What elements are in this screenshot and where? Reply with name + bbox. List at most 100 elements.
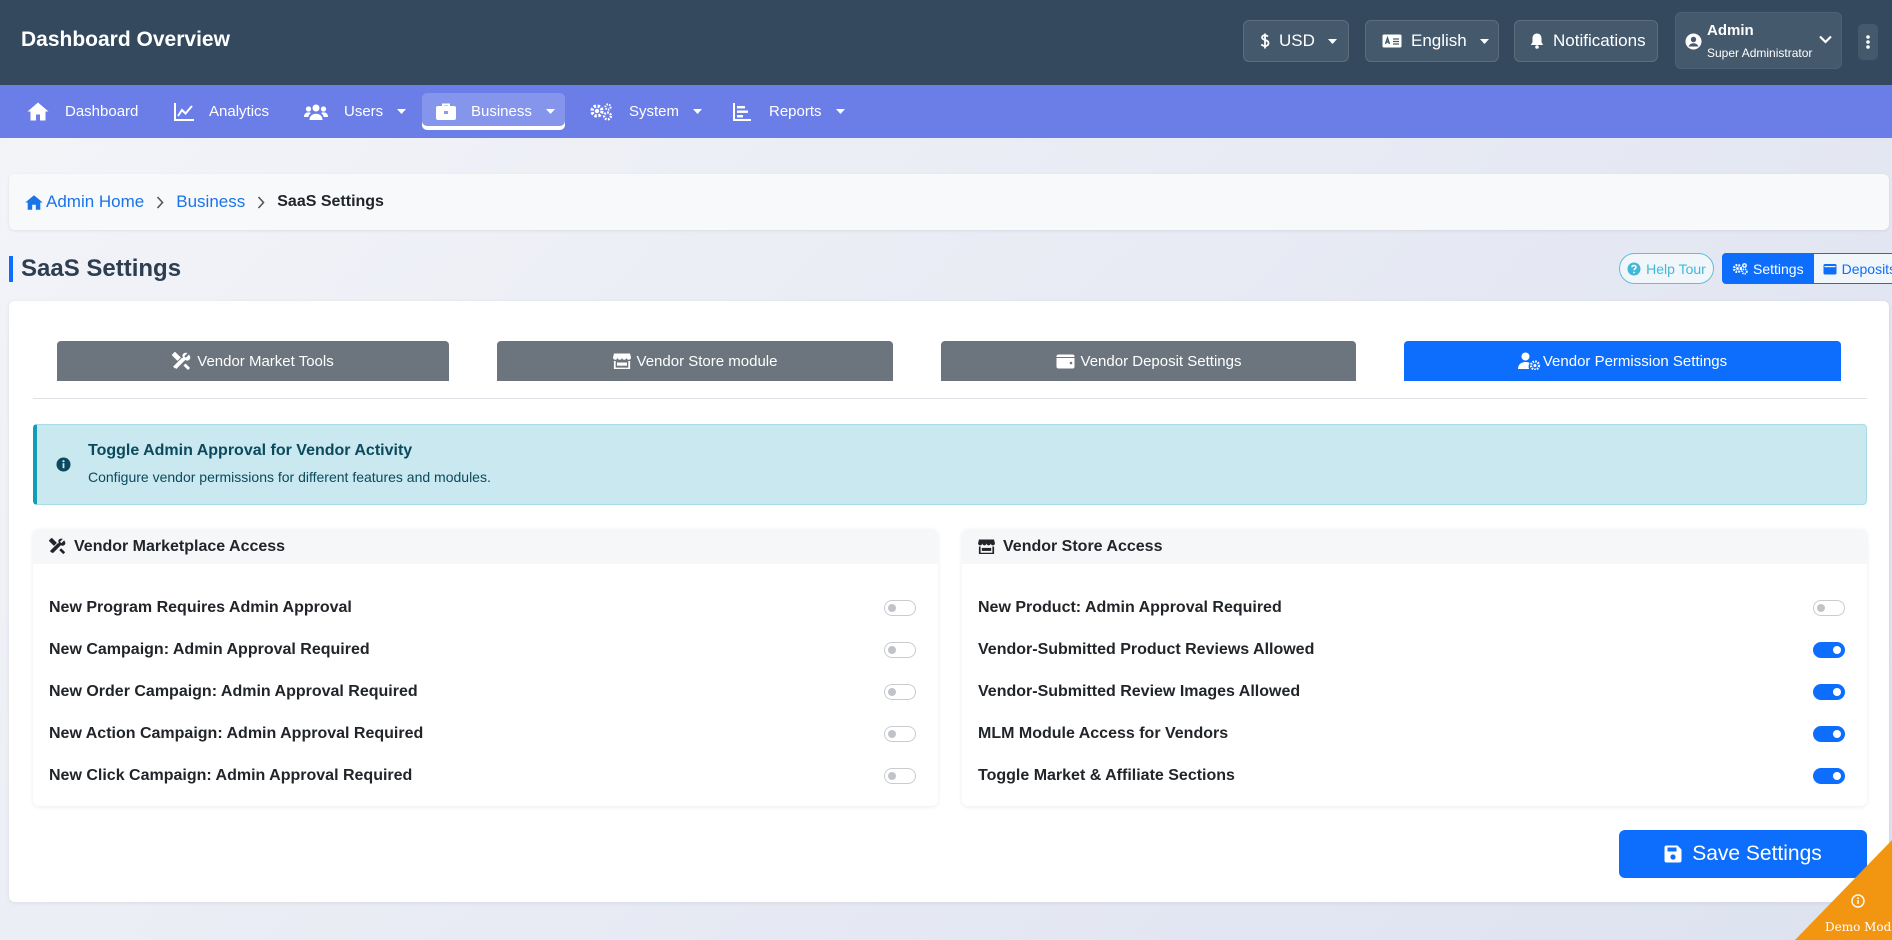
breadcrumb-business-link[interactable]: Business [176,192,245,212]
chevron-right-icon [156,195,164,209]
wallet-icon [1056,353,1075,369]
toggle-switch[interactable] [884,600,916,616]
user-circle-icon [1685,33,1702,50]
nav-item-reports[interactable]: Reports [733,93,845,130]
tab-label: Vendor Permission Settings [1542,352,1728,370]
setting-row: Toggle Market & Affiliate Sections [978,764,1845,788]
caret-down-icon [397,109,407,114]
language-icon [1382,34,1402,48]
chevron-down-icon [1819,35,1832,44]
setting-row: New Order Campaign: Admin Approval Requi… [49,680,916,704]
toggle-switch[interactable] [884,684,916,700]
user-name: Admin [1707,22,1754,39]
setting-label: New Click Campaign: Admin Approval Requi… [49,767,413,784]
tab-label: Vendor Market Tools [197,352,334,370]
settings-view-label: Settings [1753,260,1804,277]
more-options-button[interactable] [1858,24,1878,60]
user-gear-icon [1517,352,1541,370]
language-label: English [1411,31,1467,50]
dollar-icon [1260,33,1270,49]
breadcrumb: Admin Home Business SaaS Settings [9,174,1889,230]
setting-row: New Click Campaign: Admin Approval Requi… [49,764,916,788]
info-circle-icon [1851,894,1865,908]
chart-line-icon [174,102,194,121]
breadcrumb-home-link[interactable]: Admin Home [25,192,144,212]
tab-label: Vendor Store module [636,352,778,370]
toggle-switch[interactable] [1813,726,1845,742]
tab-label: Vendor Deposit Settings [1080,352,1242,370]
setting-label: MLM Module Access for Vendors [978,725,1229,742]
setting-label: New Campaign: Admin Approval Required [49,641,370,658]
breadcrumb-home-label: Admin Home [46,192,145,211]
setting-row: New Campaign: Admin Approval Required [49,638,916,662]
setting-label: New Order Campaign: Admin Approval Requi… [49,683,418,700]
demo-mode-ribbon: Demo Mode [1795,840,1892,940]
deposits-view-button[interactable]: Deposits [1813,253,1892,284]
top-header: Dashboard Overview USD English Notificat… [0,0,1892,85]
caret-down-icon [693,109,703,114]
panel-header: Vendor Marketplace Access [33,529,938,564]
toggle-switch[interactable] [1813,642,1845,658]
panel-title: Vendor Marketplace Access [74,537,286,555]
question-circle-icon [1627,262,1641,276]
nav-item-system[interactable]: System [589,93,703,130]
breadcrumb-current: SaaS Settings [277,193,384,210]
user-menu[interactable]: Admin Super Administrator [1675,12,1842,69]
alert-title: Toggle Admin Approval for Vendor Activit… [88,442,413,459]
toggle-switch[interactable] [1813,684,1845,700]
caret-down-icon [545,109,555,114]
setting-label: New Product: Admin Approval Required [978,599,1282,616]
notifications-button[interactable]: Notifications [1514,20,1658,62]
setting-label: Toggle Market & Affiliate Sections [978,767,1235,784]
nav-item-dashboard[interactable]: Dashboard [27,93,138,130]
tab-divider [33,398,1867,399]
nav-item-business[interactable]: Business [422,93,565,130]
wallet-icon [1823,263,1837,275]
main-nav: Dashboard Analytics Users Business Syste… [0,85,1892,138]
toggle-switch[interactable] [884,726,916,742]
store-icon [978,539,995,554]
help-tour-label: Help Tour [1646,260,1706,277]
user-role: Super Administrator [1707,46,1813,60]
toggle-switch[interactable] [1813,768,1845,784]
nav-label: Users [344,103,384,120]
help-tour-button[interactable]: Help Tour [1619,253,1714,284]
setting-label: Vendor-Submitted Product Reviews Allowed [978,641,1315,658]
setting-label: Vendor-Submitted Review Images Allowed [978,683,1301,700]
users-icon [304,103,328,121]
setting-label: New Program Requires Admin Approval [49,599,352,616]
tab-vendor-store-module[interactable]: Vendor Store module [497,341,893,381]
setting-label: New Action Campaign: Admin Approval Requ… [49,725,424,742]
save-icon [1664,845,1682,863]
chevron-right-icon [257,195,265,209]
deposits-view-label: Deposits [1841,260,1892,277]
setting-row: New Product: Admin Approval Required [978,596,1845,620]
nav-label: System [629,103,680,120]
caret-down-icon [1327,38,1337,44]
nav-item-users[interactable]: Users [304,93,407,130]
notifications-label: Notifications [1553,31,1646,50]
tab-vendor-deposit-settings[interactable]: Vendor Deposit Settings [941,341,1356,381]
nav-label: Analytics [209,103,270,120]
language-dropdown[interactable]: English [1365,20,1499,62]
toggle-switch[interactable] [884,768,916,784]
toggle-switch[interactable] [1813,600,1845,616]
setting-row: MLM Module Access for Vendors [978,722,1845,746]
nav-item-analytics[interactable]: Analytics [174,93,269,130]
toggle-switch[interactable] [884,642,916,658]
home-icon [25,194,43,210]
tab-vendor-permission-settings[interactable]: Vendor Permission Settings [1404,341,1841,381]
marketplace-access-panel: Vendor Marketplace Access New Program Re… [33,529,938,806]
info-circle-icon [56,457,71,472]
demo-mode-label: Demo Mode [1825,920,1892,934]
caret-down-icon [1479,38,1489,44]
briefcase-icon [436,103,456,121]
store-icon [612,353,631,369]
tab-vendor-market-tools[interactable]: Vendor Market Tools [57,341,449,381]
app-title: Dashboard Overview [21,28,230,51]
home-icon [27,102,49,121]
page-title: SaaS Settings [9,256,181,282]
setting-row: Vendor-Submitted Product Reviews Allowed [978,638,1845,662]
settings-view-button[interactable]: Settings [1722,253,1814,284]
currency-dropdown[interactable]: USD [1243,20,1349,62]
